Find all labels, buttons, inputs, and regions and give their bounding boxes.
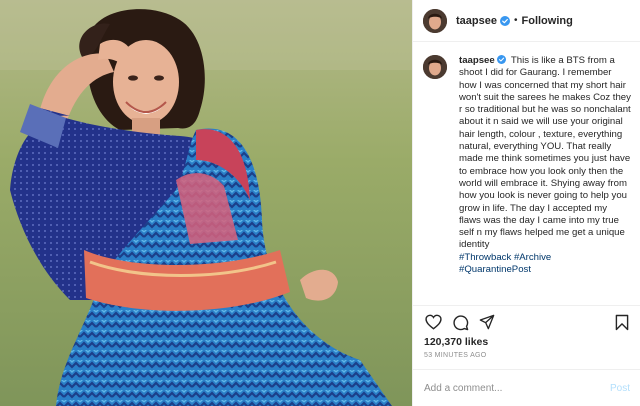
bookmark-icon <box>615 314 629 330</box>
comment-button[interactable] <box>450 312 470 332</box>
header-separator: • <box>513 15 518 26</box>
following-button[interactable]: Following <box>522 15 573 27</box>
photo-illustration <box>0 0 412 406</box>
post-caption: taapsee This is like a BTS from a shoot … <box>459 55 631 301</box>
post-comment-button[interactable]: Post <box>610 383 630 394</box>
comment-input[interactable] <box>424 382 610 394</box>
share-icon <box>479 314 495 330</box>
post-timestamp[interactable]: 53 MINUTES AGO <box>424 352 487 359</box>
avatar[interactable] <box>423 8 447 33</box>
caption-text: This is like a BTS from a shoot I did fo… <box>459 55 631 251</box>
actions-divider <box>413 305 640 306</box>
caption-avatar[interactable] <box>423 55 447 79</box>
post-photo[interactable] <box>0 0 412 406</box>
verified-badge-icon <box>499 15 510 26</box>
comment-section: Post <box>413 369 640 406</box>
save-button[interactable] <box>612 312 632 332</box>
post-side-panel: taapsee • Following taapsee This is like… <box>412 0 640 406</box>
comment-icon <box>452 314 468 330</box>
post-actions <box>423 312 632 332</box>
likes-count[interactable]: 120,370 likes <box>424 336 488 348</box>
hashtag-link[interactable]: #Throwback <box>459 252 511 263</box>
verified-badge-icon <box>497 55 507 64</box>
heart-icon <box>424 314 442 330</box>
like-button[interactable] <box>423 312 443 332</box>
hashtag-link[interactable]: #Archive <box>514 252 551 263</box>
post-header: taapsee • Following <box>413 0 640 42</box>
caption-area: taapsee This is like a BTS from a shoot … <box>423 55 632 301</box>
caption-username[interactable]: taapsee <box>459 55 495 66</box>
avatar-image <box>423 8 447 33</box>
caption-avatar-image <box>423 55 447 79</box>
share-button[interactable] <box>477 312 497 332</box>
hashtag-link[interactable]: #QuarantinePost <box>459 264 531 275</box>
header-username[interactable]: taapsee <box>456 15 497 27</box>
